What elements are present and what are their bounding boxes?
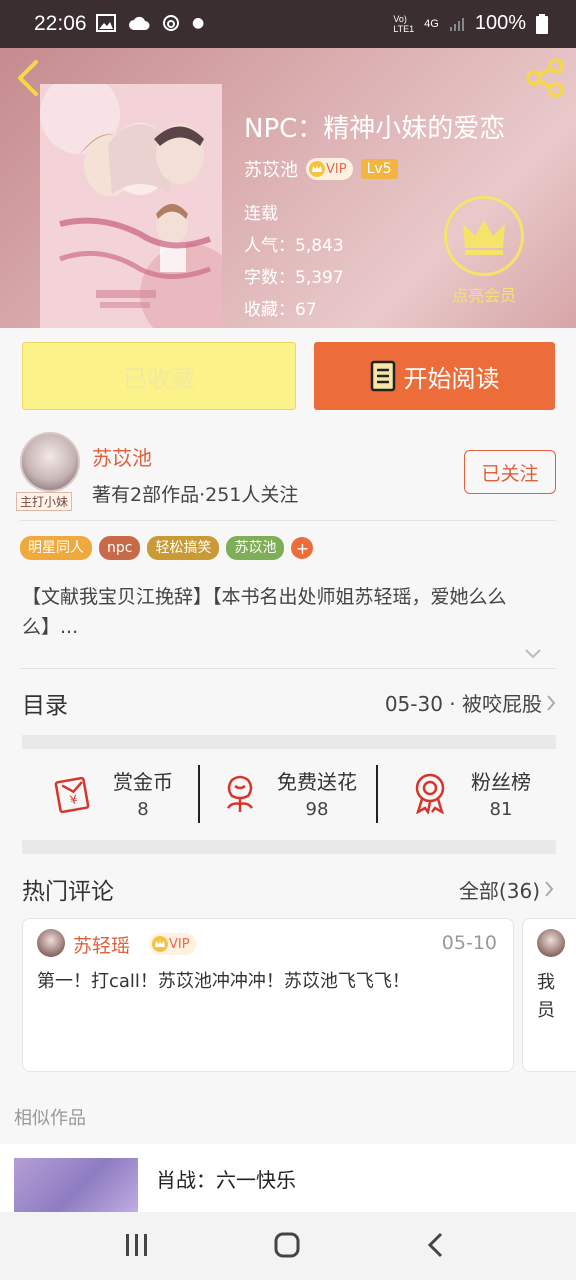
level-badge: Lv5 [360, 159, 398, 179]
toc-row[interactable]: 目录 05-30 · 被咬屁股 [22, 686, 556, 722]
stats-row: ¥ 赏金币 8 免费送花 98 粉丝榜 81 [22, 760, 556, 830]
commenter-avatar[interactable] [37, 929, 65, 957]
cover-art [40, 84, 222, 328]
comment-text-peek: 员 [537, 1000, 555, 1021]
member-button[interactable]: 点亮会员 [444, 196, 524, 306]
back-arrow-icon[interactable] [12, 58, 42, 98]
free-flower-stat[interactable]: 免费送花 98 [222, 760, 382, 830]
status-time: 22:06 [34, 12, 87, 35]
tag-item[interactable]: npc [99, 536, 141, 560]
comment-date: 05-10 [441, 932, 497, 954]
home-icon[interactable] [274, 1232, 300, 1258]
toc-label: 目录 [22, 693, 68, 719]
vip-badge: VIP [306, 158, 353, 180]
status-bar: 22:06 ● Vo) LTE1 4G 100% [0, 0, 576, 48]
signal-icon [449, 17, 464, 31]
book-cover[interactable] [40, 84, 222, 328]
comment-card[interactable]: 苏轻瑶 VIP 05-10 第一！打call！苏苡池冲冲冲！苏苡池飞飞飞！ [22, 918, 514, 1072]
fan-rank-stat[interactable]: 粉丝榜 81 [412, 760, 572, 830]
book-popularity: 人气：5,843 [244, 236, 344, 256]
tag-list: 明星同人 npc 轻松搞笑 苏苡池 + [20, 536, 314, 560]
medal-icon [415, 773, 445, 814]
netease-icon [163, 15, 179, 31]
gallery-icon [96, 14, 116, 32]
recent-apps-icon[interactable] [124, 1232, 150, 1258]
book-title: NPC：精神小妹的爱恋 [244, 114, 506, 144]
tag-item[interactable]: 苏苡池 [226, 536, 285, 560]
stat-value: 8 [137, 799, 149, 820]
latest-chapter: 05-30 · 被咬屁股 [384, 692, 542, 716]
section-separator [22, 840, 556, 854]
book-word-count: 字数：5,397 [244, 268, 344, 288]
flower-icon [226, 775, 254, 812]
all-comments-link[interactable]: 全部(36) [459, 875, 540, 904]
volte-label: Vo) [393, 13, 407, 24]
book-favorites: 收藏：67 [244, 300, 317, 320]
svg-text:¥: ¥ [69, 792, 79, 807]
commenter-name[interactable]: 苏轻瑶 [73, 931, 130, 958]
start-reading-label: 开始阅读 [403, 364, 500, 393]
avatar-tag: 主打小妹 [16, 492, 73, 511]
tag-add-button[interactable]: + [291, 537, 314, 559]
vip-badge-label: VIP [169, 936, 190, 952]
stat-value: 98 [305, 799, 329, 820]
similar-works-label: 相似作品 [14, 1108, 86, 1129]
start-reading-button[interactable]: 开始阅读 [314, 342, 555, 410]
book-meta: 连载 人气：5,843 字数：5,397 收藏：67 [244, 198, 344, 326]
follow-label: 已关注 [481, 462, 539, 485]
reward-coin-stat[interactable]: ¥ 赏金币 8 [54, 760, 214, 830]
comment-text-peek: 我 [537, 972, 555, 993]
net-type-label: 4G [424, 17, 439, 30]
author-line: 苏苡池 VIP Lv5 [244, 156, 398, 182]
author-avatar[interactable] [20, 432, 80, 492]
book-description[interactable]: 【文献我宝贝江挽辞】【本书名出处师姐苏轻瑶，爱她么么么】... [22, 582, 552, 642]
stat-divider [198, 765, 200, 823]
share-icon[interactable] [526, 58, 566, 98]
author-card: 主打小妹 苏苡池 著有2部作品·251人关注 已关注 [16, 430, 556, 520]
collected-label: 已收藏 [123, 364, 195, 393]
stat-value: 81 [489, 799, 513, 820]
hot-comments-title: 热门评论 [22, 879, 114, 905]
author-name[interactable]: 苏苡池 [92, 442, 152, 471]
book-status: 连载 [244, 204, 278, 224]
crown-icon [463, 220, 505, 255]
chevron-down-icon[interactable] [524, 648, 542, 660]
comment-card[interactable]: 我 员 [522, 918, 576, 1072]
author-stats: 著有2部作品·251人关注 [92, 484, 299, 506]
back-icon[interactable] [426, 1232, 446, 1258]
stat-divider [376, 765, 378, 823]
divider [20, 668, 556, 669]
chevron-right-icon[interactable] [544, 880, 554, 898]
cloud-icon [129, 16, 150, 30]
follow-button[interactable]: 已关注 [464, 450, 556, 494]
member-label: 点亮会员 [451, 286, 516, 305]
section-separator [22, 735, 556, 749]
crown-coin-icon [309, 161, 325, 177]
collected-button[interactable]: 已收藏 [22, 342, 296, 410]
vip-badge: VIP [149, 933, 196, 955]
chevron-right-icon [547, 695, 556, 711]
tag-item[interactable]: 轻松搞笑 [147, 536, 220, 560]
tag-item[interactable]: 明星同人 [20, 536, 92, 560]
similar-work-title: 肖战：六一快乐 [156, 1168, 296, 1192]
stat-label: 免费送花 [277, 770, 357, 794]
lte-label: LTE1 [393, 23, 415, 34]
battery-percent: 100% [474, 12, 526, 34]
system-nav-bar [0, 1212, 576, 1280]
hero-author-name[interactable]: 苏苡池 [244, 156, 298, 182]
battery-icon [536, 13, 548, 34]
stat-label: 粉丝榜 [471, 770, 531, 794]
comment-text: 第一！打call！苏苡池冲冲冲！苏苡池飞飞飞！ [37, 971, 410, 992]
vip-badge-label: VIP [326, 161, 347, 177]
crown-coin-icon [152, 936, 168, 952]
red-envelope-icon: ¥ [54, 776, 90, 814]
commenter-avatar[interactable] [537, 929, 565, 957]
stat-label: 赏金币 [113, 770, 173, 794]
dot-icon: ● [192, 15, 205, 31]
book-icon [370, 360, 395, 392]
divider [20, 520, 556, 521]
